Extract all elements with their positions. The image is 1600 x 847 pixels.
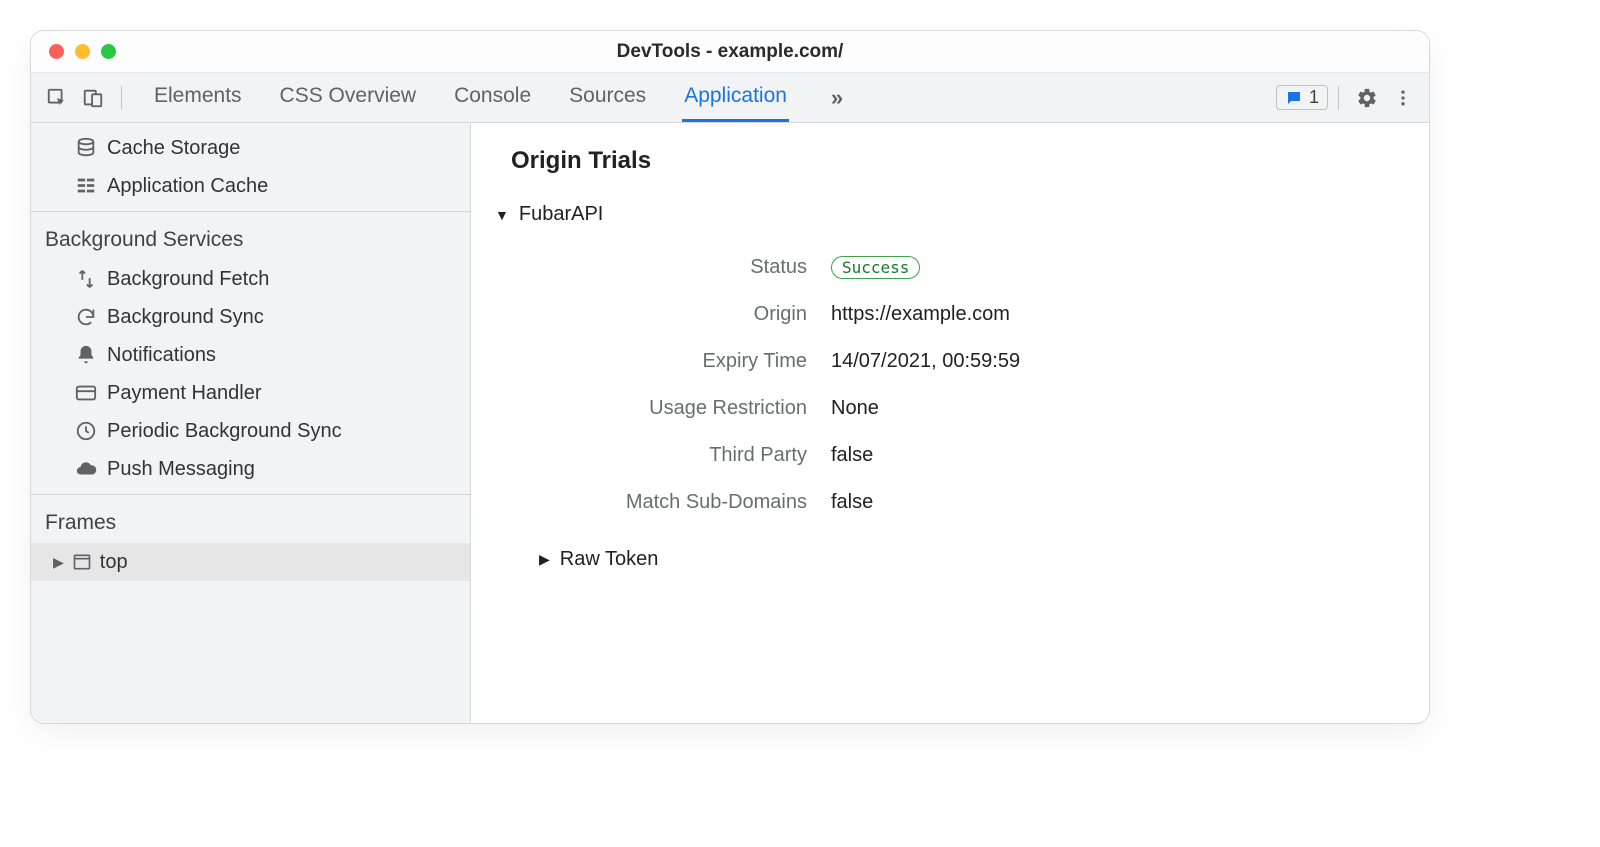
kebab-icon (1393, 88, 1413, 108)
devtools-toolbar: Elements CSS Overview Console Sources Ap… (31, 73, 1429, 123)
sidebar-item-push-messaging[interactable]: Push Messaging (31, 450, 470, 488)
gear-icon (1356, 87, 1378, 109)
value-text: None (831, 397, 879, 420)
value-text: false (831, 491, 873, 514)
section-label: Background Services (31, 218, 470, 260)
cloud-icon (75, 458, 97, 480)
chevron-right-icon: ▶ (539, 551, 550, 568)
more-tabs-button[interactable]: » (823, 85, 851, 111)
tab-sources[interactable]: Sources (567, 73, 648, 122)
tab-application[interactable]: Application (682, 73, 789, 122)
raw-token-disclosure[interactable]: ▶ Raw Token (539, 548, 1389, 571)
sidebar-item-background-sync[interactable]: Background Sync (31, 298, 470, 336)
status-badge: Success (831, 256, 920, 279)
inspect-element-button[interactable] (39, 80, 75, 116)
chat-icon (1285, 89, 1303, 107)
bell-icon (75, 344, 97, 366)
value-text: false (831, 444, 873, 467)
sidebar-item-label: Background Sync (107, 302, 264, 332)
more-menu-button[interactable] (1385, 80, 1421, 116)
key-label: Origin (511, 303, 831, 326)
sidebar-item-periodic-sync[interactable]: Periodic Background Sync (31, 412, 470, 450)
window-title: DevTools - example.com/ (31, 41, 1429, 63)
sidebar-item-cache-storage[interactable]: Cache Storage (31, 129, 470, 167)
main-area: Cache Storage Application Cache Backgrou… (31, 123, 1429, 723)
database-icon (75, 137, 97, 159)
row-match-subdomains: Match Sub-Domains false (511, 479, 1389, 526)
background-services-section: Background Services Background Fetch Bac… (31, 211, 470, 494)
frames-top-label: top (100, 547, 128, 577)
row-third-party: Third Party false (511, 432, 1389, 479)
zoom-window-button[interactable] (101, 44, 116, 59)
chevron-down-icon: ▼ (495, 207, 509, 223)
sidebar-item-notifications[interactable]: Notifications (31, 336, 470, 374)
sidebar-item-label: Payment Handler (107, 378, 262, 408)
key-label: Third Party (511, 444, 831, 467)
titlebar: DevTools - example.com/ (31, 31, 1429, 73)
tab-css-overview[interactable]: CSS Overview (278, 73, 419, 122)
credit-card-icon (75, 382, 97, 404)
key-label: Usage Restriction (511, 397, 831, 420)
key-label: Match Sub-Domains (511, 491, 831, 514)
minimize-window-button[interactable] (75, 44, 90, 59)
sidebar-item-label: Periodic Background Sync (107, 416, 342, 446)
tab-console[interactable]: Console (452, 73, 533, 122)
issues-count: 1 (1309, 87, 1319, 108)
cache-section: Cache Storage Application Cache (31, 123, 470, 211)
device-toolbar-button[interactable] (75, 80, 111, 116)
application-sidebar: Cache Storage Application Cache Backgrou… (31, 123, 471, 723)
expand-icon: ▶ (53, 547, 64, 577)
window-icon (72, 552, 92, 572)
panel-tabs: Elements CSS Overview Console Sources Ap… (152, 73, 851, 122)
raw-token-label: Raw Token (560, 548, 659, 571)
sidebar-item-payment-handler[interactable]: Payment Handler (31, 374, 470, 412)
row-usage-restriction: Usage Restriction None (511, 385, 1389, 432)
frames-top-row[interactable]: ▶ top (31, 543, 470, 581)
traffic-lights (31, 44, 116, 59)
issues-badge[interactable]: 1 (1276, 85, 1328, 110)
sync-icon (75, 306, 97, 328)
toolbar-divider (1338, 86, 1339, 110)
trial-name: FubarAPI (519, 203, 603, 226)
devtools-window: DevTools - example.com/ Elements CSS Ove… (30, 30, 1430, 724)
settings-button[interactable] (1349, 80, 1385, 116)
key-label: Expiry Time (511, 350, 831, 373)
row-expiry: Expiry Time 14/07/2021, 00:59:59 (511, 338, 1389, 385)
toolbar-divider (121, 86, 122, 110)
sidebar-item-label: Background Fetch (107, 264, 269, 294)
frames-section: Frames ▶ top (31, 494, 470, 587)
row-origin: Origin https://example.com (511, 291, 1389, 338)
section-label: Frames (31, 501, 470, 543)
sidebar-item-label: Notifications (107, 340, 216, 370)
sidebar-item-application-cache[interactable]: Application Cache (31, 167, 470, 205)
sidebar-item-background-fetch[interactable]: Background Fetch (31, 260, 470, 298)
row-status: Status Success (511, 244, 1389, 291)
section-title: Origin Trials (511, 147, 1389, 175)
clock-icon (75, 420, 97, 442)
value-text: https://example.com (831, 303, 1010, 326)
sidebar-item-label: Cache Storage (107, 133, 240, 163)
fetch-icon (75, 268, 97, 290)
sidebar-item-label: Application Cache (107, 171, 268, 201)
tab-elements[interactable]: Elements (152, 73, 244, 122)
sidebar-item-label: Push Messaging (107, 454, 255, 484)
trial-disclosure[interactable]: ▼ FubarAPI (495, 203, 1389, 226)
content-panel: Origin Trials ▼ FubarAPI Status Success … (471, 123, 1429, 723)
key-label: Status (511, 256, 831, 279)
value-text: 14/07/2021, 00:59:59 (831, 350, 1020, 373)
trial-details: Status Success Origin https://example.co… (511, 244, 1389, 526)
close-window-button[interactable] (49, 44, 64, 59)
grid-icon (75, 175, 97, 197)
